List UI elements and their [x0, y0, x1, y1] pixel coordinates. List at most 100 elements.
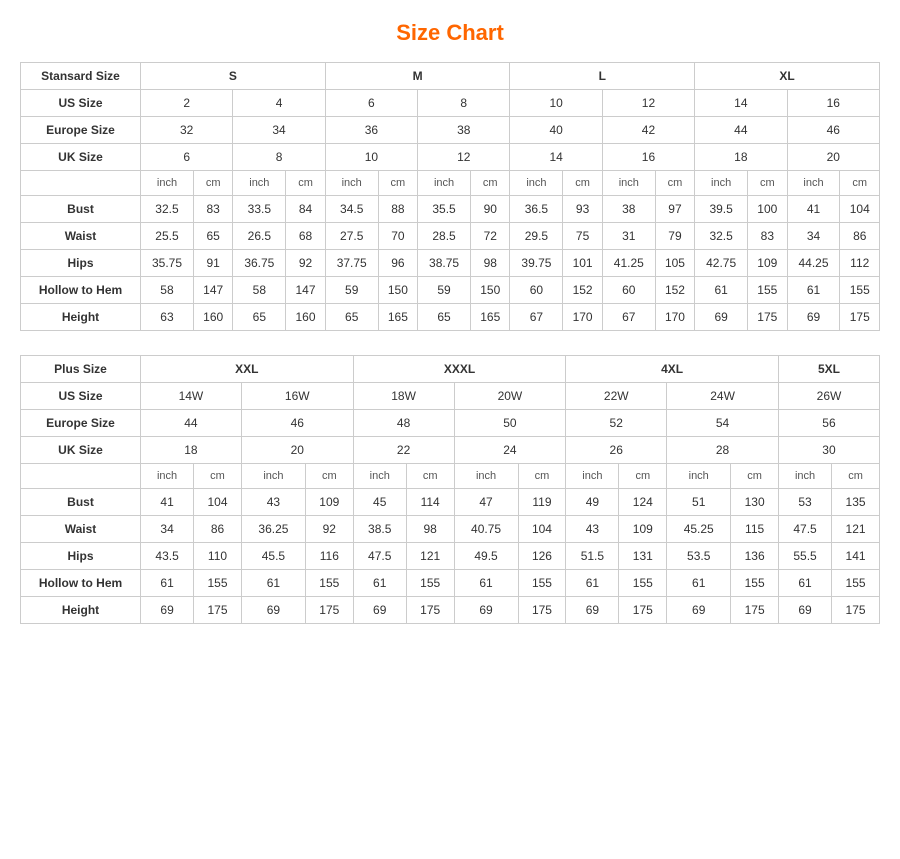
bust-15: 104 [840, 196, 880, 223]
plus-waist-10: 45.25 [667, 516, 731, 543]
hips-12: 42.75 [695, 250, 748, 277]
plus-unit-6: inch [454, 464, 518, 489]
plus-uk-6: 30 [778, 437, 879, 464]
plus-bust-6: 47 [454, 489, 518, 516]
bust-0: 32.5 [141, 196, 194, 223]
plus-bust-0: 41 [141, 489, 194, 516]
bust-6: 35.5 [418, 196, 471, 223]
waist-13: 83 [748, 223, 787, 250]
plus-unit-1: cm [194, 464, 242, 489]
plus-hollow-10: 61 [667, 570, 731, 597]
bust-5: 88 [378, 196, 417, 223]
eu-s1: 32 [141, 117, 233, 144]
plus-bust-11: 130 [731, 489, 779, 516]
hollow-13: 155 [748, 277, 787, 304]
unit-0: inch [141, 171, 194, 196]
height-3: 160 [286, 304, 325, 331]
height-15: 175 [840, 304, 880, 331]
unit-10: inch [602, 171, 655, 196]
plus-waist-13: 121 [832, 516, 880, 543]
plus-height-6: 69 [454, 597, 518, 624]
plus-unit-4: inch [353, 464, 406, 489]
plus-bust-3: 109 [305, 489, 353, 516]
hollow-1: 147 [193, 277, 232, 304]
hips-2: 36.75 [233, 250, 286, 277]
plus-hips-8: 51.5 [566, 543, 619, 570]
plus-uk-1: 20 [241, 437, 353, 464]
hollow-0: 58 [141, 277, 194, 304]
plus-bust-4: 45 [353, 489, 406, 516]
hips-10: 41.25 [602, 250, 655, 277]
plus-waist-11: 115 [731, 516, 779, 543]
plus-unit-2: inch [241, 464, 305, 489]
unit-13: cm [748, 171, 787, 196]
plus-europe-label: Europe Size [21, 410, 141, 437]
plus-us-size-label: US Size [21, 383, 141, 410]
waist-3: 68 [286, 223, 325, 250]
plus-height-0: 69 [141, 597, 194, 624]
us-xl1: 14 [695, 90, 787, 117]
unit-12: inch [695, 171, 748, 196]
unit-empty [21, 171, 141, 196]
waist-4: 27.5 [325, 223, 378, 250]
waist-0: 25.5 [141, 223, 194, 250]
plus-hips-2: 45.5 [241, 543, 305, 570]
plus-waist-2: 36.25 [241, 516, 305, 543]
plus-hollow-4: 61 [353, 570, 406, 597]
height-2: 65 [233, 304, 286, 331]
plus-waist-label: Waist [21, 516, 141, 543]
hollow-14: 61 [787, 277, 840, 304]
uk-size-label: UK Size [21, 144, 141, 171]
plus-uk-0: 18 [141, 437, 242, 464]
waist-12: 32.5 [695, 223, 748, 250]
bust-7: 90 [471, 196, 510, 223]
uk-m2: 12 [418, 144, 510, 171]
eu-m1: 36 [325, 117, 417, 144]
hollow-10: 60 [602, 277, 655, 304]
plus-bust-13: 135 [832, 489, 880, 516]
m-header: M [325, 63, 510, 90]
plus-unit-11: cm [731, 464, 779, 489]
bust-11: 97 [655, 196, 694, 223]
plus-height-1: 175 [194, 597, 242, 624]
bust-4: 34.5 [325, 196, 378, 223]
us-s1: 2 [141, 90, 233, 117]
us-l2: 12 [602, 90, 694, 117]
plus-hips-6: 49.5 [454, 543, 518, 570]
eu-xl2: 46 [787, 117, 879, 144]
plus-hips-11: 136 [731, 543, 779, 570]
unit-6: inch [418, 171, 471, 196]
plus-hollow-9: 155 [619, 570, 667, 597]
unit-14: inch [787, 171, 840, 196]
plus-waist-1: 86 [194, 516, 242, 543]
height-5: 165 [378, 304, 417, 331]
unit-9: cm [563, 171, 602, 196]
uk-l2: 16 [602, 144, 694, 171]
plus-waist-6: 40.75 [454, 516, 518, 543]
hollow-6: 59 [418, 277, 471, 304]
eu-s2: 34 [233, 117, 325, 144]
plus-hollow-0: 61 [141, 570, 194, 597]
height-10: 67 [602, 304, 655, 331]
plus-bust-label: Bust [21, 489, 141, 516]
us-l1: 10 [510, 90, 602, 117]
plus-us-3: 20W [454, 383, 566, 410]
plus-hollow-2: 61 [241, 570, 305, 597]
plus-bust-7: 119 [518, 489, 566, 516]
height-9: 170 [563, 304, 602, 331]
waist-label: Waist [21, 223, 141, 250]
hips-7: 98 [471, 250, 510, 277]
us-s2: 4 [233, 90, 325, 117]
waist-6: 28.5 [418, 223, 471, 250]
height-4: 65 [325, 304, 378, 331]
standard-table: Stansard Size S M L XL US Size 2 4 6 8 1… [20, 62, 880, 331]
xl-header: XL [695, 63, 880, 90]
height-1: 160 [193, 304, 232, 331]
unit-11: cm [655, 171, 694, 196]
hollow-4: 59 [325, 277, 378, 304]
plus-unit-13: cm [832, 464, 880, 489]
us-size-label: US Size [21, 90, 141, 117]
plus-height-9: 175 [619, 597, 667, 624]
plus-bust-10: 51 [667, 489, 731, 516]
hollow-9: 152 [563, 277, 602, 304]
